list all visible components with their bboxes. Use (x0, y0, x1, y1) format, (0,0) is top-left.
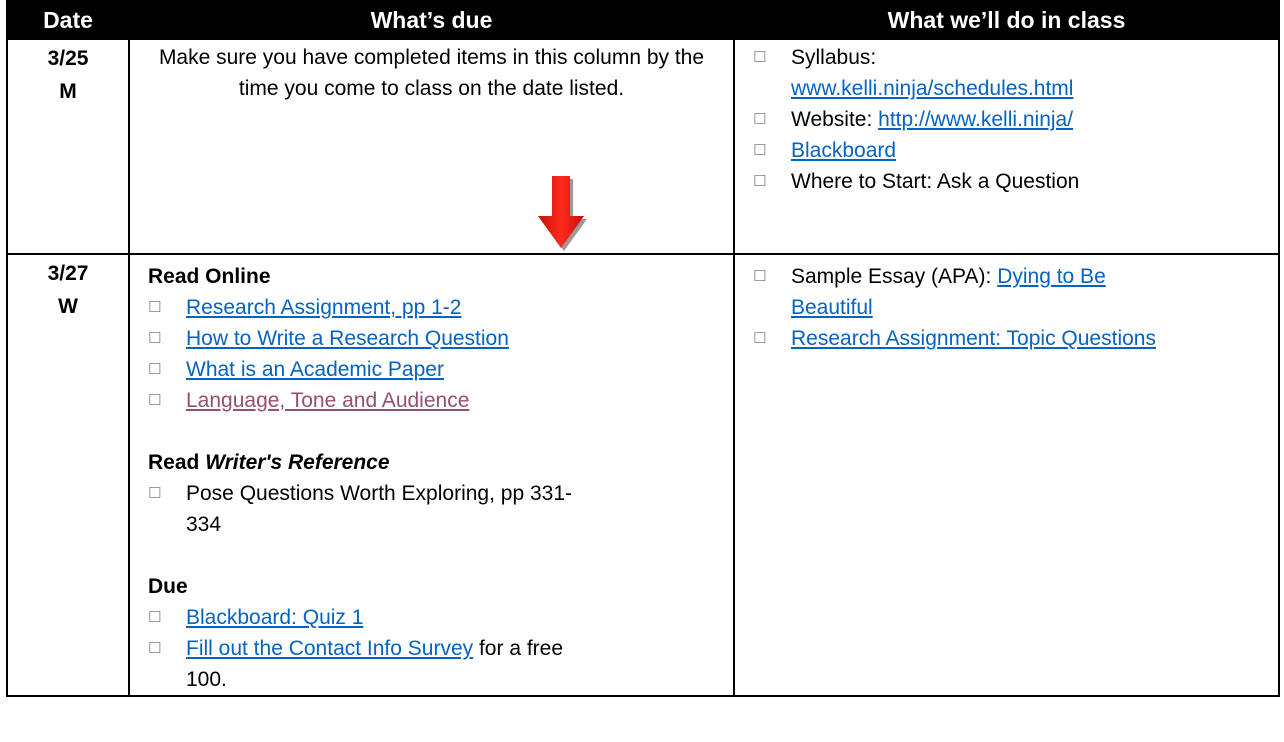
date-value: 3/25 (47, 47, 89, 70)
list-item: ☐ Website: http://www.kelli.ninja/ (735, 104, 1278, 135)
reading-link[interactable]: What is an Academic Paper (186, 358, 444, 381)
read-online-heading: Read Online (148, 265, 271, 288)
down-arrow-icon (538, 176, 587, 251)
checkbox-icon[interactable]: ☐ (148, 323, 161, 354)
checkbox-icon[interactable]: ☐ (148, 602, 161, 633)
item-label: Sample Essay (APA): (791, 265, 998, 288)
inclass-cell: ☐ Sample Essay (APA): Dying to Be Beauti… (733, 253, 1280, 697)
checkbox-icon[interactable]: ☐ (753, 166, 766, 197)
checkbox-icon[interactable]: ☐ (753, 135, 766, 166)
survey-link[interactable]: Fill out the Contact Info Survey (186, 637, 473, 660)
reading-link[interactable]: How to Write a Research Question (186, 327, 509, 350)
header-date: Date (6, 0, 130, 40)
list-item: ☐ Fill out the Contact Info Survey for a … (148, 633, 733, 695)
checkbox-icon[interactable]: ☐ (148, 354, 161, 385)
list-item: ☐ Research Assignment: Topic Questions (735, 323, 1278, 354)
list-item: ☐ Language, Tone and Audience (148, 385, 733, 416)
item-label: Website: (791, 108, 879, 131)
table-row: 3/25 M Make sure you have completed item… (6, 38, 1280, 255)
topic-questions-link[interactable]: Research Assignment: Topic Questions (791, 327, 1156, 350)
checkbox-icon[interactable]: ☐ (753, 261, 766, 292)
list-item: ☐ Blackboard: Quiz 1 (148, 602, 733, 633)
item-suffix: for a free (473, 637, 564, 660)
checkbox-icon[interactable]: ☐ (753, 42, 766, 73)
header-in-class: What we’ll do in class (733, 0, 1280, 40)
list-item: ☐ Sample Essay (APA): Dying to Be Beauti… (735, 261, 1278, 323)
checkbox-icon[interactable]: ☐ (753, 323, 766, 354)
item-label: Where to Start: Ask a Question (791, 170, 1080, 193)
inclass-cell: ☐ Syllabus: www.kelli.ninja/schedules.ht… (733, 38, 1280, 255)
list-item: ☐ What is an Academic Paper (148, 354, 733, 385)
checkbox-icon[interactable]: ☐ (753, 104, 766, 135)
website-link[interactable]: http://www.kelli.ninja/ (878, 108, 1073, 131)
list-item: ☐ Pose Questions Worth Exploring, pp 331-… (148, 478, 733, 540)
date-cell: 3/27 W (6, 253, 130, 697)
weekday-value: M (59, 80, 77, 103)
header-whats-due: What’s due (128, 0, 735, 40)
list-item: ☐ Research Assignment, pp 1-2 (148, 292, 733, 323)
book-title: Writer's Reference (205, 451, 390, 474)
reading-link-visited[interactable]: Language, Tone and Audience (186, 389, 469, 412)
list-item: ☐ Where to Start: Ask a Question (735, 166, 1278, 197)
checkbox-icon[interactable]: ☐ (148, 385, 161, 416)
date-value: 3/27 (47, 262, 89, 285)
list-item: ☐ How to Write a Research Question (148, 323, 733, 354)
syllabus-link[interactable]: www.kelli.ninja/schedules.html (791, 77, 1073, 100)
checkbox-icon[interactable]: ☐ (148, 633, 161, 664)
reading-link[interactable]: Research Assignment, pp 1-2 (186, 296, 461, 319)
checkbox-icon[interactable]: ☐ (148, 478, 161, 509)
due-heading: Due (148, 575, 188, 598)
list-item: ☐ Blackboard (735, 135, 1278, 166)
item-label: Syllabus: (791, 46, 877, 69)
item-label-cont: 100. (186, 668, 227, 691)
due-intro-cell: Make sure you have completed items in th… (128, 38, 735, 255)
quiz-link[interactable]: Blackboard: Quiz 1 (186, 606, 363, 629)
due-intro-text: Make sure you have completed items in th… (158, 46, 705, 100)
list-item: ☐ Syllabus: www.kelli.ninja/schedules.ht… (735, 42, 1278, 104)
schedule-table: Date What’s due What we’ll do in class 3… (6, 0, 1280, 697)
item-label: Pose Questions Worth Exploring, pp 331- (186, 482, 572, 505)
item-label-cont: 334 (186, 513, 222, 536)
due-cell: Read Online ☐ Research Assignment, pp 1-2… (128, 253, 735, 697)
sample-essay-link[interactable]: Dying to Be (997, 265, 1106, 288)
table-row: 3/27 W Read Online ☐ Research Assignment,… (6, 253, 1280, 697)
sample-essay-link-cont[interactable]: Beautiful (791, 296, 873, 319)
header-row: Date What’s due What we’ll do in class (6, 0, 1280, 40)
heading-prefix: Read (148, 451, 206, 474)
checkbox-icon[interactable]: ☐ (148, 292, 161, 323)
read-reference-heading: Read Writer's Reference (148, 447, 733, 478)
weekday-value: W (58, 295, 78, 318)
blackboard-link[interactable]: Blackboard (791, 139, 896, 162)
date-cell: 3/25 M (6, 38, 130, 255)
